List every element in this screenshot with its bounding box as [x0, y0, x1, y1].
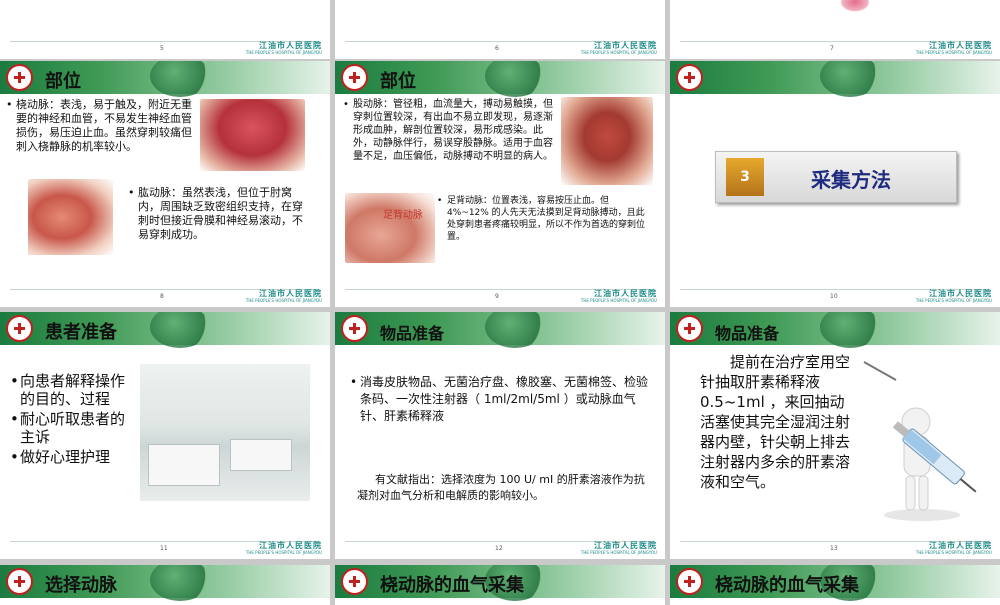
slide-title: 部位 [380, 71, 416, 92]
syringe-figure-image [856, 360, 988, 526]
slide-title: 桡动脉的血气采集 [380, 575, 524, 596]
thigh-artery-image [561, 97, 653, 185]
hospital-logo-icon [341, 64, 368, 91]
slide-footer: 5 江油市人民医院 THE PEOPLE'S HOSPITAL OF JIANG… [0, 37, 330, 59]
foot-illustration [840, 0, 870, 12]
foot-artery-image [345, 193, 435, 263]
section-label: 采集方法 [811, 168, 891, 192]
list-item: • 做好心理护理 [10, 448, 111, 466]
footer-hospital-en: THE PEOPLE'S HOSPITAL OF JIANGYOU [915, 50, 992, 55]
page-number: 7 [830, 45, 834, 52]
supplies-text: • 消毒皮肤物品、无菌治疗盘、橡胶塞、无菌棉签、检验条码、一次性注射器（ 1ml/… [350, 375, 649, 423]
hospital-logo-icon [6, 315, 33, 342]
syringe-icon [863, 361, 977, 521]
hospital-logo-icon [6, 64, 33, 91]
section-box: 3 采集方法 [715, 151, 957, 203]
slide-7[interactable]: 7 江油市人民医院 THE PEOPLE'S HOSPITAL OF JIANG… [670, 0, 1000, 59]
slide-footer: 13 江油市人民医院 THE PEOPLE'S HOSPITAL OF JIAN… [670, 537, 1000, 559]
hand-artery-image [200, 99, 305, 171]
footer-hospital-en: THE PEOPLE'S HOSPITAL OF JIANGYOU [580, 550, 657, 555]
footer-hospital-en: THE PEOPLE'S HOSPITAL OF JIANGYOU [245, 550, 322, 555]
slide-9[interactable]: 部位 • 股动脉：管径粗，血流量大，搏动易触摸，但穿刺位置较深，有出血不易立即发现… [335, 61, 665, 307]
hospital-logo-icon [6, 568, 33, 595]
slide-16[interactable]: 桡动脉的血气采集 [670, 565, 1000, 605]
footer-hospital-en: THE PEOPLE'S HOSPITAL OF JIANGYOU [915, 550, 992, 555]
hospital-logo-icon [341, 315, 368, 342]
hospital-logo-icon [676, 64, 703, 91]
slide-11[interactable]: 患者准备 • 向患者解释操作的目的、过程 • 耐心听取患者的主诉 • 做好心理护理 1… [0, 312, 330, 559]
slide-title: 物品准备 [380, 324, 445, 343]
list-item: • 向患者解释操作的目的、过程 [10, 372, 126, 408]
page-number: 6 [495, 45, 499, 52]
page-number: 10 [830, 293, 838, 300]
femoral-artery-text: • 股动脉：管径粗，血流量大，搏动易触摸，但穿刺位置较深，有出血不易立即发现，易逐… [343, 99, 553, 162]
hospital-logo-icon [676, 568, 703, 595]
page-number: 11 [160, 545, 168, 552]
slide-title: 部位 [45, 71, 81, 92]
list-item: • 耐心听取患者的主诉 [10, 410, 126, 446]
slide-6[interactable]: 6 江油市人民医院 THE PEOPLE'S HOSPITAL OF JIANG… [335, 0, 665, 59]
slide-footer: 12 江油市人民医院 THE PEOPLE'S HOSPITAL OF JIAN… [335, 537, 665, 559]
dorsalis-artery-text: • 足背动脉：位置表浅，容易按压止血。但 4%~12% 的人先天无法摸到足背动脉搏… [437, 196, 646, 242]
slide-8[interactable]: 部位 • 桡动脉：表浅，易于触及，附近无重要的神经和血管，不易发生神经血管损伤，易… [0, 61, 330, 307]
patient-prep-list: • 向患者解释操作的目的、过程 • 耐心听取患者的主诉 • 做好心理护理 [10, 372, 135, 466]
slide-header [670, 61, 1000, 97]
slide-title: 物品准备 [715, 324, 780, 343]
footer-hospital-en: THE PEOPLE'S HOSPITAL OF JIANGYOU [580, 50, 657, 55]
slide-10[interactable]: 3 采集方法 10 江油市人民医院 THE PEOPLE'S HOSPITAL … [670, 61, 1000, 307]
slide-footer: 11 江油市人民医院 THE PEOPLE'S HOSPITAL OF JIAN… [0, 537, 330, 559]
page-number: 12 [495, 545, 503, 552]
page-number: 5 [160, 45, 164, 52]
slide-footer: 6 江油市人民医院 THE PEOPLE'S HOSPITAL OF JIANG… [335, 37, 665, 59]
page-number: 9 [495, 293, 499, 300]
slide-title: 桡动脉的血气采集 [715, 575, 859, 596]
slide-15[interactable]: 桡动脉的血气采集 [335, 565, 665, 605]
slide-13[interactable]: 物品准备 提前在治疗室用空针抽取肝素稀释液 0.5~1ml ，来回抽动活塞使其完… [670, 312, 1000, 559]
slide-5[interactable]: 5 江油市人民医院 THE PEOPLE'S HOSPITAL OF JIANG… [0, 0, 330, 59]
page-number: 13 [830, 545, 838, 552]
foot-artery-label: 足背动脉 [383, 210, 423, 221]
footer-hospital-en: THE PEOPLE'S HOSPITAL OF JIANGYOU [580, 298, 657, 303]
slide-footer: 9 江油市人民医院 THE PEOPLE'S HOSPITAL OF JIANG… [335, 285, 665, 307]
slide-title: 选择动脉 [45, 575, 117, 596]
hospital-ward-photo [140, 364, 310, 501]
slide-footer: 8 江油市人民医院 THE PEOPLE'S HOSPITAL OF JIANG… [0, 285, 330, 307]
slide-footer: 7 江油市人民医院 THE PEOPLE'S HOSPITAL OF JIANG… [670, 37, 1000, 59]
heparin-prep-text: 提前在治疗室用空针抽取肝素稀释液 0.5~1ml ，来回抽动活塞使其完全湿润注射… [700, 353, 851, 491]
section-number: 3 [726, 158, 764, 196]
slide-12[interactable]: 物品准备 • 消毒皮肤物品、无菌治疗盘、橡胶塞、无菌棉签、检验条码、一次性注射器（… [335, 312, 665, 559]
brachial-artery-text: • 肱动脉：虽然表浅，但位于肘窝内，周围缺乏致密组织支持，在穿刺时但接近骨膜和神经… [128, 186, 303, 241]
slide-14[interactable]: 选择动脉 [0, 565, 330, 605]
footer-hospital-en: THE PEOPLE'S HOSPITAL OF JIANGYOU [245, 50, 322, 55]
radial-artery-text: • 桡动脉：表浅，易于触及，附近无重要的神经和血管，不易发生神经血管损伤，易压迫止… [6, 98, 192, 153]
hospital-logo-icon [676, 315, 703, 342]
slide-footer: 10 江油市人民医院 THE PEOPLE'S HOSPITAL OF JIAN… [670, 285, 1000, 307]
elbow-artery-image [28, 179, 113, 255]
slide-title: 患者准备 [45, 322, 117, 343]
page-number: 8 [160, 293, 164, 300]
footer-hospital-en: THE PEOPLE'S HOSPITAL OF JIANGYOU [245, 298, 322, 303]
reference-note: 有文献指出：选择浓度为 100 U/ mI 的肝素溶液作为抗凝剂对血气分析和电解… [357, 473, 645, 502]
footer-hospital-en: THE PEOPLE'S HOSPITAL OF JIANGYOU [915, 298, 992, 303]
hospital-logo-icon [341, 568, 368, 595]
